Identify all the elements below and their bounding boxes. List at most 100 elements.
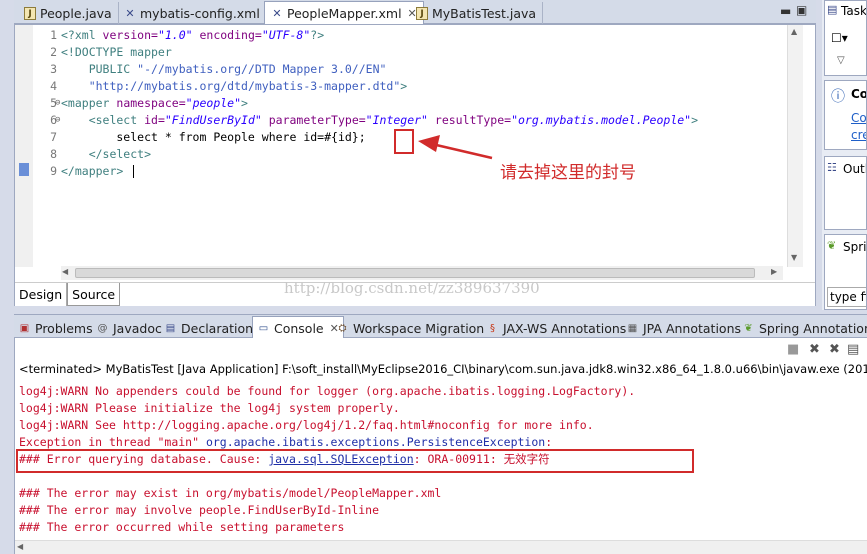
- minimize-icon[interactable]: ▬: [780, 4, 791, 18]
- console-line: log4j:WARN Please initialize the log4j s…: [19, 401, 400, 415]
- spring-icon: ❦: [744, 322, 753, 334]
- info-title: Co: [851, 87, 867, 101]
- editor-tab-bar: J People.java ✕ mybatis-config.xml ✕ Peo…: [14, 0, 816, 25]
- scroll-up-icon[interactable]: ▲: [791, 27, 797, 36]
- bottom-view-tab-bar: ▣ Problems @ Javadoc ▤ Declaration ▭ Con…: [14, 314, 867, 339]
- chevron-down-icon[interactable]: ▽: [837, 55, 845, 66]
- line-number: 8: [50, 147, 57, 161]
- line-number: 3: [50, 62, 57, 76]
- problems-icon: ▣: [19, 322, 30, 334]
- line-number: 2: [50, 45, 57, 59]
- console-line: ### The error may exist in org/mybatis/m…: [19, 486, 442, 500]
- annotation-text: 请去掉这里的封号: [500, 163, 636, 183]
- xml-editor[interactable]: 1 2 3 4 5 ⊖ 6 ⊖ 7 8 9 <?xml version="1.0…: [14, 24, 816, 306]
- line-numbers: 1 2 3 4 5 ⊖ 6 ⊖ 7 8 9: [33, 25, 61, 267]
- console-line: log4j:WARN See http://logging.apache.org…: [19, 418, 594, 432]
- console-line: ### The error occurred while setting par…: [19, 520, 345, 534]
- tab-mybatis-config-xml[interactable]: ✕ mybatis-config.xml: [118, 2, 267, 24]
- terminate-icon[interactable]: ■: [787, 342, 799, 357]
- tab-workspace-migration[interactable]: ⛭ Workspace Migration: [336, 318, 485, 338]
- declaration-icon: ▤: [165, 322, 176, 334]
- code-line-3: PUBLIC "-//mybatis.org//DTD Mapper 3.0//…: [61, 62, 387, 76]
- outline-view-title[interactable]: Outl: [843, 162, 866, 176]
- code-line-9: </mapper>: [61, 163, 134, 180]
- scroll-left-icon[interactable]: ◀: [17, 542, 23, 551]
- type-filter-input[interactable]: type fil: [827, 287, 866, 307]
- code-line-6: <select id="FindUserById" parameterType=…: [61, 113, 699, 127]
- code-line-5: <mapper namespace="people">: [61, 96, 248, 110]
- tab-spring-annotations[interactable]: ❦ Spring Annotations: [742, 318, 867, 338]
- tab-problems[interactable]: ▣ Problems: [18, 318, 93, 338]
- remove-all-icon[interactable]: ✖: [829, 342, 840, 357]
- xml-file-icon: ✕: [125, 6, 135, 20]
- task-list-view: ▤ Task ☐▾ ▽: [824, 0, 867, 76]
- code-line-4: "http://mybatis.org/dtd/mybatis-3-mapper…: [88, 79, 408, 93]
- new-task-icon[interactable]: ☐▾: [831, 31, 848, 45]
- code-line-2: <!DOCTYPE mapper: [61, 45, 172, 59]
- console-line: ### The error may involve people.FindUse…: [19, 503, 380, 517]
- console-view[interactable]: ■ ✖ ✖ ▤ <terminated> MyBatisTest [Java A…: [14, 338, 867, 554]
- tab-javadoc[interactable]: @ Javadoc: [96, 318, 162, 338]
- line-number: 9: [50, 164, 57, 178]
- tab-peoplemapper-xml[interactable]: ✕ PeopleMapper.xml ✕: [264, 1, 424, 25]
- tab-design[interactable]: Design: [15, 283, 68, 306]
- xml-file-icon: ✕: [272, 7, 282, 20]
- jaxws-icon: §: [490, 322, 495, 334]
- watermark: http://blog.csdn.net/zz389637390: [284, 279, 540, 297]
- migration-icon: ⛭: [338, 322, 347, 334]
- tab-source[interactable]: Source: [67, 283, 121, 306]
- spring-view-title[interactable]: Spri: [843, 240, 866, 254]
- info-icon: ⓘ: [831, 89, 845, 105]
- type-filter-placeholder: type fil: [830, 290, 866, 304]
- info-link[interactable]: Co: [851, 111, 866, 125]
- clear-console-icon[interactable]: ▤: [847, 342, 859, 357]
- code-line-8: </select>: [61, 147, 152, 161]
- line-number: 1: [50, 28, 57, 42]
- line-number: 7: [50, 130, 57, 144]
- editor-ruler: [15, 25, 33, 267]
- editor-horizontal-scrollbar[interactable]: ◀ ▶: [61, 266, 783, 280]
- tab-mybatistest-java[interactable]: J MyBatisTest.java: [410, 2, 544, 24]
- scroll-right-icon[interactable]: ▶: [771, 267, 777, 276]
- tab-people-java[interactable]: J People.java: [18, 2, 119, 24]
- spring-explorer-view: ❦ Spri type fil: [824, 234, 867, 310]
- java-file-icon: J: [416, 6, 428, 20]
- info-view: ⓘ Co Co cre: [824, 80, 867, 150]
- tab-jax-ws-annotations[interactable]: § JAX-WS Annotations: [486, 318, 626, 338]
- tab-console[interactable]: ▭ Console ✕: [252, 316, 344, 339]
- exception-class-link[interactable]: org.apache.ibatis.exceptions.Persistence…: [206, 435, 545, 449]
- task-view-title[interactable]: Task: [841, 4, 866, 18]
- remove-launch-icon[interactable]: ✖: [809, 342, 820, 357]
- line-number: 4: [50, 79, 57, 93]
- tab-declaration[interactable]: ▤ Declaration: [164, 318, 253, 338]
- semicolon-highlight-box: [394, 129, 414, 154]
- tab-jpa-annotations[interactable]: ▦ JPA Annotations: [626, 318, 741, 338]
- right-side-panel: ▤ Task ☐▾ ▽ ⓘ Co Co cre ☷ Outl ❦ Spri ty…: [822, 0, 867, 310]
- outline-icon: ☷: [827, 161, 837, 174]
- scroll-left-icon[interactable]: ◀: [62, 267, 68, 276]
- at-icon: @: [97, 322, 108, 334]
- jpa-icon: ▦: [627, 322, 638, 334]
- console-process-label: <terminated> MyBatisTest [Java Applicati…: [19, 362, 867, 376]
- current-line-marker: [19, 163, 29, 176]
- console-icon: ▭: [258, 322, 269, 334]
- fold-icon[interactable]: ⊖: [55, 112, 60, 129]
- error-highlight-box: [16, 449, 694, 473]
- console-line: log4j:WARN No appenders could be found f…: [19, 384, 636, 398]
- text-cursor: [133, 165, 134, 178]
- console-horizontal-scrollbar[interactable]: ◀: [15, 540, 867, 554]
- code-area[interactable]: <?xml version="1.0" encoding="UTF-8"?> <…: [61, 25, 783, 267]
- code-line-7: select * from People where id=#{id};: [61, 130, 366, 144]
- scroll-down-icon[interactable]: ▼: [791, 253, 797, 262]
- code-line-1: <?xml version="1.0" encoding="UTF-8"?>: [61, 28, 325, 42]
- spring-icon: ❦: [827, 239, 837, 252]
- outline-view: ☷ Outl: [824, 156, 867, 230]
- task-icon: ▤: [827, 3, 838, 16]
- scrollbar-thumb[interactable]: [75, 268, 755, 278]
- maximize-icon[interactable]: ▣: [796, 3, 807, 17]
- fold-icon[interactable]: ⊖: [55, 95, 60, 112]
- console-toolbar: ■ ✖ ✖ ▤: [15, 338, 867, 360]
- editor-vertical-scrollbar[interactable]: ▲ ▼: [787, 25, 803, 267]
- java-file-icon: J: [24, 6, 36, 20]
- create-link[interactable]: cre: [851, 128, 866, 142]
